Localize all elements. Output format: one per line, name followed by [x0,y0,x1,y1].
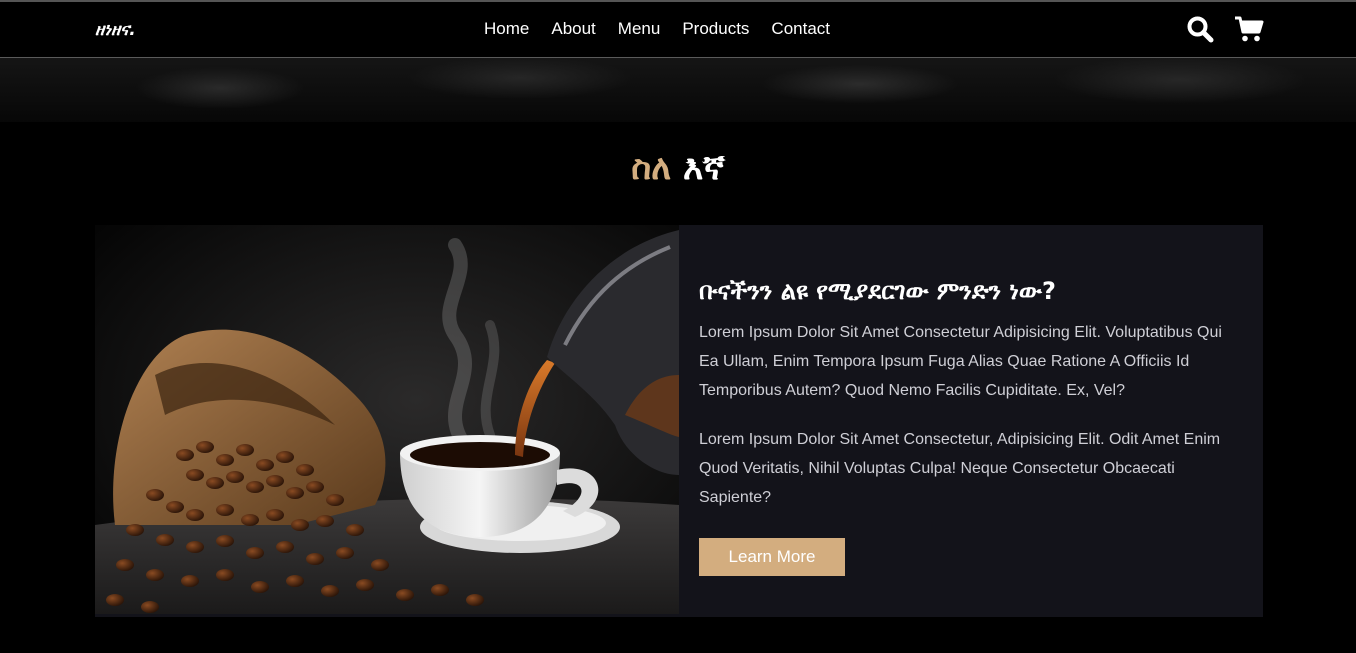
header-icons [1186,15,1264,43]
about-content: ቡናችንን ልዩ የሚያደርገው ምንድን ነው? Lorem Ipsum Do… [699,277,1229,576]
logo[interactable]: ዘነዘና. [95,20,136,40]
about-paragraph-1: Lorem Ipsum Dolor Sit Amet Consectetur A… [699,324,1222,399]
nav-about[interactable]: About [551,19,595,39]
hero-background [0,58,1356,122]
coffee-image [95,225,679,614]
about-paragraph-2: Lorem Ipsum Dolor Sit Amet Consectetur, … [699,431,1221,506]
nav-contact[interactable]: Contact [771,19,830,39]
nav-menu[interactable]: Menu [618,19,661,39]
section-title-accent: ስለ [631,148,672,188]
about-card: ቡናችንን ልዩ የሚያደርገው ምንድን ነው? Lorem Ipsum Do… [95,225,1263,617]
nav-products[interactable]: Products [682,19,749,39]
section-title: ስለ እኛ [0,148,1356,188]
cart-icon[interactable] [1234,15,1264,43]
nav-home[interactable]: Home [484,19,529,39]
search-icon[interactable] [1186,15,1214,43]
site-header: ዘነዘና. Home About Menu Products Contact [0,2,1356,58]
learn-more-button[interactable]: Learn More [699,538,845,576]
about-subtitle: ቡናችንን ልዩ የሚያደርገው ምንድን ነው? [699,277,1056,305]
section-title-rest: እኛ [671,148,725,188]
main-nav: Home About Menu Products Contact [484,19,852,39]
